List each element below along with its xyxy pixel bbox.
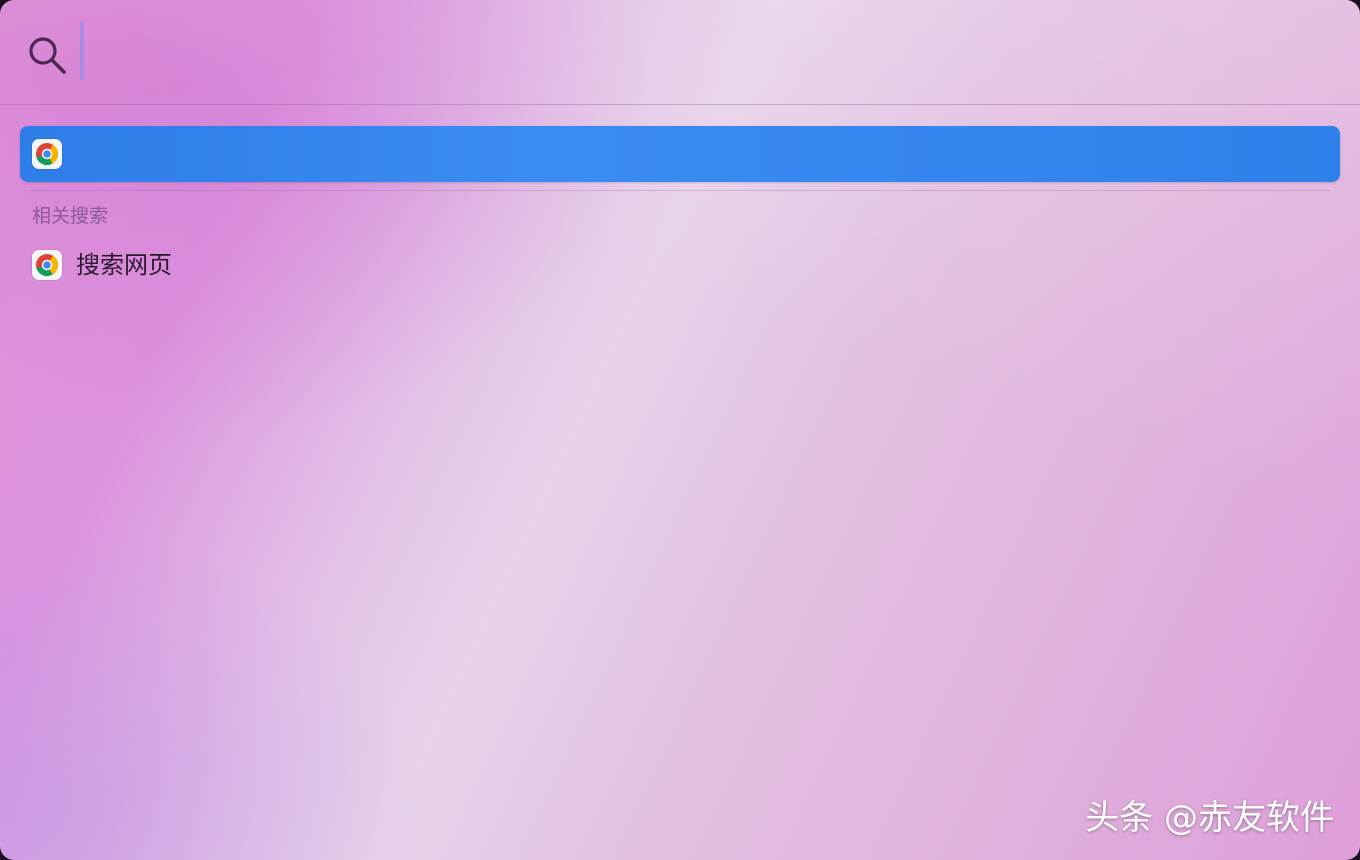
search-divider bbox=[0, 104, 1360, 105]
search-bar[interactable] bbox=[0, 0, 1360, 104]
search-web-result[interactable]: 搜索网页 bbox=[20, 240, 620, 290]
spotlight-window: 相关搜索 搜索网页 头条 @赤友软件 bbox=[0, 0, 1360, 860]
chrome-icon bbox=[32, 139, 62, 169]
results-divider bbox=[30, 190, 1330, 191]
search-web-label: 搜索网页 bbox=[76, 251, 172, 279]
search-input[interactable] bbox=[80, 22, 84, 80]
watermark: 头条 @赤友软件 bbox=[1085, 798, 1334, 838]
chrome-icon bbox=[32, 250, 62, 280]
search-icon bbox=[29, 37, 66, 74]
top-hit-result[interactable] bbox=[20, 126, 1340, 182]
related-searches-header: 相关搜索 bbox=[32, 205, 109, 227]
